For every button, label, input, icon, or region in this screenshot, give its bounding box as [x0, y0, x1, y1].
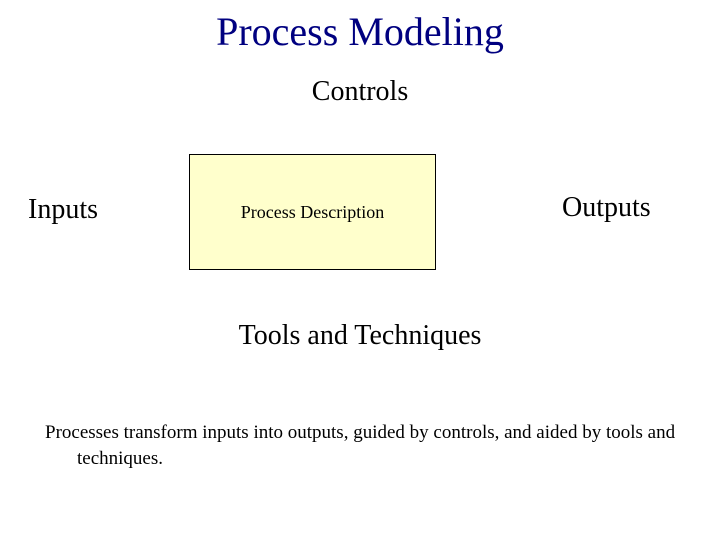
controls-label: Controls: [0, 76, 720, 108]
outputs-label: Outputs: [562, 192, 651, 224]
process-description-box: Process Description: [189, 154, 436, 270]
slide-title: Process Modeling: [0, 8, 720, 55]
inputs-label: Inputs: [28, 194, 98, 226]
process-description-label: Process Description: [241, 202, 384, 223]
slide-description: Processes transform inputs into outputs,…: [45, 420, 685, 471]
tools-techniques-label: Tools and Techniques: [0, 320, 720, 352]
